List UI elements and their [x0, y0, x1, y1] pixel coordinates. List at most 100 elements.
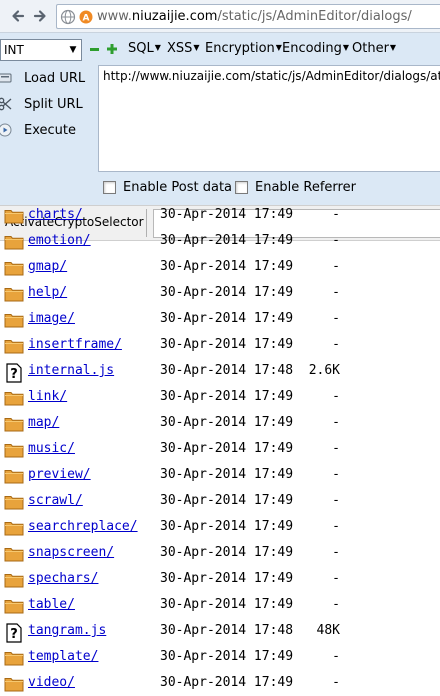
entry-link[interactable]: searchreplace/ — [28, 519, 138, 534]
directory-listing: charts/30-Apr-2014 17:49- emotion/30-Apr-… — [0, 202, 440, 696]
load-url-button[interactable]: Load URL — [0, 67, 90, 89]
menu-other-label: Other — [352, 41, 389, 56]
entry-link[interactable]: spechars/ — [28, 571, 98, 586]
entry-link[interactable]: template/ — [28, 649, 98, 664]
entry-date: 30-Apr-2014 17:49 — [160, 233, 294, 248]
folder-icon — [4, 311, 24, 328]
svg-text:A: A — [83, 13, 90, 23]
listing-row: spechars/30-Apr-2014 17:49 - — [0, 566, 440, 592]
entry-link[interactable]: tangram.js — [28, 623, 106, 638]
entry-link[interactable]: snapscreen/ — [28, 545, 114, 560]
entry-size: - — [332, 467, 340, 482]
entry-size: - — [332, 493, 340, 508]
entry-link[interactable]: help/ — [28, 285, 67, 300]
entry-size: - — [332, 337, 340, 352]
entry-size: - — [332, 675, 340, 690]
enable-referrer-label: Enable Referrer — [255, 180, 356, 195]
listing-row: scrawl/30-Apr-2014 17:49 - — [0, 488, 440, 514]
caret-down-icon: ▼ — [193, 43, 200, 52]
entry-date: 30-Apr-2014 17:49 — [160, 649, 294, 664]
entry-link[interactable]: preview/ — [28, 467, 91, 482]
split-url-icon — [0, 97, 12, 111]
listing-row: gmap/30-Apr-2014 17:49 - — [0, 254, 440, 280]
entry-link[interactable]: video/ — [28, 675, 75, 690]
menu-other[interactable]: Other▼ — [352, 41, 396, 56]
increase-plus-icon[interactable] — [107, 44, 117, 54]
entry-date: 30-Apr-2014 17:49 — [160, 389, 294, 404]
entry-size: - — [332, 285, 340, 300]
entry-link[interactable]: charts/ — [28, 207, 83, 222]
navigation-bar: A www.niuzaijie.com/static/js/AdminEdito… — [0, 0, 440, 33]
entry-link[interactable]: gmap/ — [28, 259, 67, 274]
entry-link[interactable]: internal.js — [28, 363, 114, 378]
entry-date: 30-Apr-2014 17:48 — [160, 623, 294, 638]
menu-xss-label: XSS — [167, 41, 193, 56]
listing-row: template/30-Apr-2014 17:49 - — [0, 644, 440, 670]
site-favicon-icon: A — [79, 10, 93, 23]
split-url-button[interactable]: Split URL — [0, 93, 90, 115]
folder-icon — [4, 519, 24, 536]
entry-size: 48K — [316, 623, 340, 638]
folder-icon — [4, 649, 24, 666]
entry-size: - — [332, 519, 340, 534]
entry-size: - — [332, 545, 340, 560]
listing-row: music/30-Apr-2014 17:49 - — [0, 436, 440, 462]
entry-link[interactable]: scrawl/ — [28, 493, 83, 508]
entry-link[interactable]: image/ — [28, 311, 75, 326]
entry-link[interactable]: table/ — [28, 597, 75, 612]
folder-icon — [4, 415, 24, 432]
entry-size: - — [332, 233, 340, 248]
url-textarea[interactable]: http://www.niuzaijie.com/static/js/Admin… — [98, 65, 440, 172]
entry-link[interactable]: emotion/ — [28, 233, 91, 248]
caret-down-icon: ▼ — [154, 43, 161, 52]
entry-link[interactable]: link/ — [28, 389, 67, 404]
back-button[interactable] — [8, 6, 28, 26]
listing-row: snapscreen/30-Apr-2014 17:49 - — [0, 540, 440, 566]
entry-size: - — [332, 571, 340, 586]
execute-play-icon — [0, 123, 12, 137]
listing-row: image/30-Apr-2014 17:49 - — [0, 306, 440, 332]
load-url-label: Load URL — [24, 70, 86, 86]
execute-button[interactable]: Execute — [0, 119, 90, 141]
entry-date: 30-Apr-2014 17:49 — [160, 467, 294, 482]
menu-sql[interactable]: SQL▼ — [128, 41, 161, 56]
forward-button[interactable] — [30, 6, 50, 26]
menu-encoding-label: Encoding — [282, 41, 342, 56]
entry-date: 30-Apr-2014 17:49 — [160, 675, 294, 690]
listing-row: ? internal.js 30-Apr-2014 17:48 2.6K — [0, 358, 440, 384]
entry-link[interactable]: map/ — [28, 415, 59, 430]
folder-icon — [4, 233, 24, 250]
enable-post-data-checkbox[interactable]: Enable Post data — [103, 180, 232, 195]
folder-icon — [4, 545, 24, 562]
folder-icon — [4, 493, 24, 510]
folder-icon — [4, 571, 24, 588]
folder-icon — [4, 207, 24, 224]
menu-encryption-label: Encryption — [205, 41, 275, 56]
load-url-icon — [0, 71, 12, 85]
folder-icon — [4, 389, 24, 406]
address-bar[interactable]: A www.niuzaijie.com/static/js/AdminEdito… — [56, 4, 440, 29]
listing-row: preview/30-Apr-2014 17:49 - — [0, 462, 440, 488]
menu-xss[interactable]: XSS▼ — [167, 41, 200, 56]
svg-text:?: ? — [10, 367, 18, 382]
hackbar-panel: INT ▼ SQL▼ XSS▼ Encryption▼ Encoding▼ Ot… — [0, 33, 440, 241]
select-value: INT — [4, 43, 24, 57]
entry-size: - — [332, 311, 340, 326]
forward-arrow-icon — [33, 10, 46, 22]
url-domain: niuzaijie.com — [131, 9, 218, 24]
menu-encryption[interactable]: Encryption▼ — [205, 41, 282, 56]
listing-row: insertframe/30-Apr-2014 17:49 - — [0, 332, 440, 358]
decrease-minus-icon[interactable] — [90, 45, 99, 54]
entry-date: 30-Apr-2014 17:48 — [160, 363, 294, 378]
int-type-select[interactable]: INT ▼ — [0, 39, 82, 61]
entry-date: 30-Apr-2014 17:49 — [160, 441, 294, 456]
entry-date: 30-Apr-2014 17:49 — [160, 519, 294, 534]
entry-link[interactable]: insertframe/ — [28, 337, 122, 352]
back-arrow-icon — [12, 10, 25, 22]
enable-referrer-checkbox[interactable]: Enable Referrer — [235, 180, 356, 195]
entry-link[interactable]: music/ — [28, 441, 75, 456]
folder-icon — [4, 675, 24, 692]
entry-size: - — [332, 441, 340, 456]
listing-row: charts/30-Apr-2014 17:49 - — [0, 202, 440, 228]
menu-encoding[interactable]: Encoding▼ — [282, 41, 349, 56]
